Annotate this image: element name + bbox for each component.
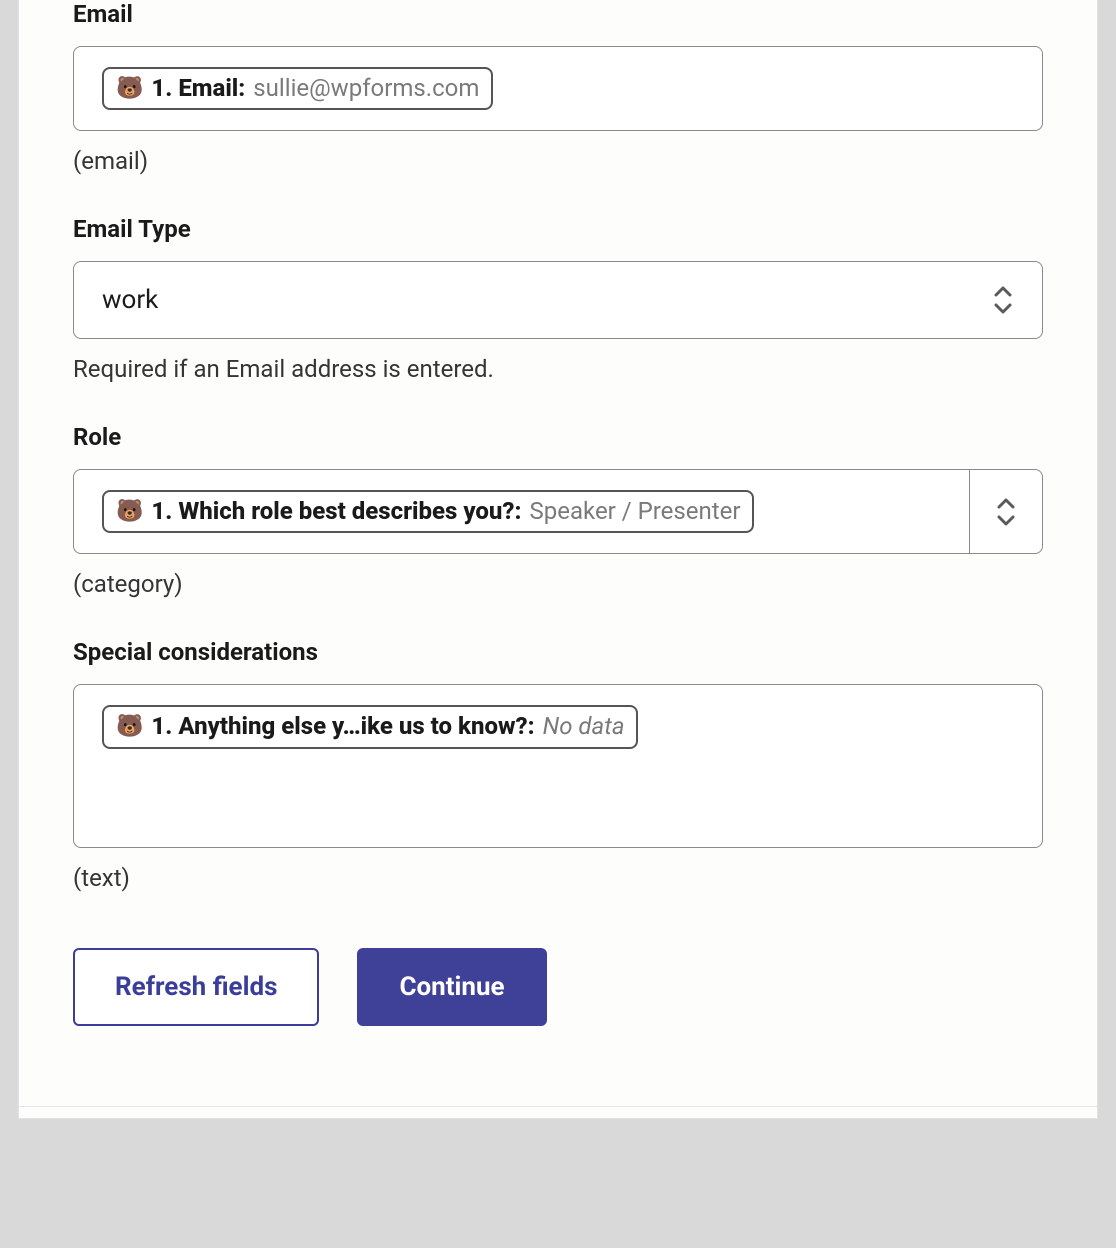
role-helper: (category) <box>73 570 1043 598</box>
role-mapped-tag[interactable]: 🐻 1. Which role best describes you?: Spe… <box>102 490 754 533</box>
special-helper: (text) <box>73 864 1043 892</box>
field-group-email-type: Email Type work Required if an Email add… <box>73 215 1043 383</box>
email-type-select[interactable]: work <box>73 261 1043 339</box>
role-label: Role <box>73 423 1043 451</box>
field-group-email: Email 🐻 1. Email: sullie@wpforms.com (em… <box>73 0 1043 175</box>
role-tag-value: Speaker / Presenter <box>530 496 741 527</box>
role-tag-label: 1. Which role best describes you?: <box>151 496 521 527</box>
continue-button[interactable]: Continue <box>357 948 546 1026</box>
email-type-helper: Required if an Email address is entered. <box>73 355 1043 383</box>
field-group-role: Role 🐻 1. Which role best describes you?… <box>73 423 1043 598</box>
refresh-fields-button[interactable]: Refresh fields <box>73 948 319 1026</box>
wpforms-icon: 🐻 <box>116 78 143 100</box>
field-group-special: Special considerations 🐻 1. Anything els… <box>73 638 1043 892</box>
button-row: Refresh fields Continue <box>73 948 1043 1026</box>
role-dropdown-button[interactable] <box>969 469 1043 554</box>
special-label: Special considerations <box>73 638 1043 666</box>
chevron-up-down-icon <box>992 286 1014 314</box>
special-input[interactable]: 🐻 1. Anything else y…ike us to know?: No… <box>73 684 1043 848</box>
wpforms-icon: 🐻 <box>116 501 143 523</box>
special-tag-label: 1. Anything else y…ike us to know?: <box>151 711 534 742</box>
form-mapping-panel: Email 🐻 1. Email: sullie@wpforms.com (em… <box>18 0 1098 1119</box>
special-tag-value: No data <box>543 711 625 742</box>
special-mapped-tag[interactable]: 🐻 1. Anything else y…ike us to know?: No… <box>102 705 638 748</box>
panel-divider <box>19 1106 1097 1118</box>
email-mapped-tag[interactable]: 🐻 1. Email: sullie@wpforms.com <box>102 67 493 110</box>
email-tag-value: sullie@wpforms.com <box>253 73 479 104</box>
email-label: Email <box>73 0 1043 28</box>
role-combo: 🐻 1. Which role best describes you?: Spe… <box>73 469 1043 554</box>
email-helper: (email) <box>73 147 1043 175</box>
email-type-label: Email Type <box>73 215 1043 243</box>
email-type-value: work <box>102 285 158 315</box>
role-input[interactable]: 🐻 1. Which role best describes you?: Spe… <box>73 469 969 554</box>
chevron-up-down-icon <box>995 498 1017 526</box>
email-input[interactable]: 🐻 1. Email: sullie@wpforms.com <box>73 46 1043 131</box>
email-tag-label: 1. Email: <box>151 73 245 104</box>
wpforms-icon: 🐻 <box>116 716 143 738</box>
